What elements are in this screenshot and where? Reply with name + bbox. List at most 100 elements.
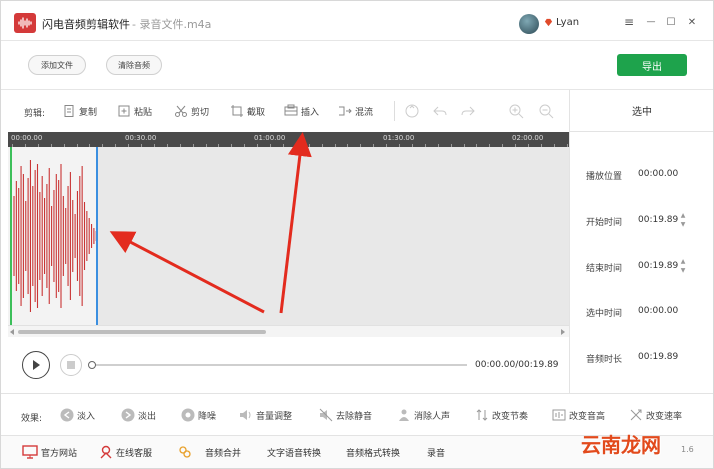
fade-in-button[interactable]: 淡入: [60, 408, 95, 422]
reset-icon: [405, 104, 419, 118]
maximize-button[interactable]: ☐: [663, 14, 679, 30]
app-window: 闪电音频剪辑软件 - 录音文件.m4a Lyan ≡ — ☐ ✕ 添加文件 清除…: [0, 0, 714, 469]
remove-vocals-button[interactable]: 消除人声: [397, 408, 450, 422]
timeline-tick: 00:30.00: [125, 134, 157, 142]
scroll-right-icon[interactable]: [561, 329, 566, 335]
play-button[interactable]: [22, 351, 50, 379]
start-time-stepper[interactable]: ▲ ▼: [678, 211, 688, 231]
change-tempo-label: 改变节奏: [492, 411, 529, 422]
noise-reduction-label: 降噪: [198, 411, 217, 422]
insert-icon: [284, 104, 298, 116]
avatar[interactable]: [519, 14, 539, 34]
scrollbar-thumb[interactable]: [18, 330, 266, 334]
toolbar-divider: [394, 101, 395, 121]
app-title: 闪电音频剪辑软件: [42, 18, 130, 31]
duration-label: 音频时长: [586, 355, 623, 365]
cut-label: 剪切: [191, 107, 210, 118]
playhead-cursor[interactable]: [96, 147, 98, 325]
add-file-button[interactable]: 添加文件: [28, 55, 86, 75]
change-tempo-button[interactable]: 改变节奏: [475, 408, 528, 422]
pitch-icon: [552, 409, 566, 421]
volume-adjust-button[interactable]: 音量调整: [239, 408, 292, 422]
insert-button[interactable]: 插入: [284, 103, 319, 119]
end-time-field[interactable]: 00:19.89: [638, 261, 678, 271]
monitor-icon: [22, 445, 38, 459]
zoom-in-icon: [509, 104, 524, 119]
mix-button[interactable]: 混流: [338, 103, 373, 119]
zoom-out-icon: [539, 104, 554, 119]
fade-in-icon: [60, 408, 74, 422]
username[interactable]: Lyan: [556, 17, 579, 28]
rate-icon: [630, 409, 642, 421]
mute-icon: [319, 408, 333, 422]
end-time-stepper[interactable]: ▲ ▼: [678, 257, 688, 277]
merge-icon-wrap[interactable]: [178, 445, 192, 459]
remove-vocals-label: 消除人声: [414, 411, 451, 422]
watermark: 云南龙网: [581, 433, 661, 457]
paste-label: 粘贴: [134, 107, 153, 118]
remove-silence-button[interactable]: 去除静音: [319, 408, 372, 422]
start-marker[interactable]: [10, 147, 12, 325]
play-position-value: 00:00.00: [638, 169, 679, 179]
menu-icon[interactable]: ≡: [621, 14, 637, 30]
horizontal-scrollbar[interactable]: [8, 325, 569, 337]
text-to-speech-link[interactable]: 文字语音转换: [267, 446, 321, 459]
zoom-in-button[interactable]: [508, 103, 524, 119]
clear-audio-button[interactable]: 清除音频: [106, 55, 162, 75]
play-icon: [33, 360, 40, 370]
cut-button[interactable]: 剪切: [174, 103, 209, 119]
format-convert-link[interactable]: 音频格式转换: [346, 446, 400, 459]
audio-merge-link[interactable]: 音频合并: [205, 446, 241, 459]
edit-toolbar: 剪辑: 复制 粘贴 剪切 截取 插入 混流: [1, 89, 569, 131]
timeline-ruler[interactable]: 00:00.00 00:30.00 01:00.00 01:30.00 02:0…: [8, 132, 569, 147]
change-pitch-button[interactable]: 改变音高: [552, 408, 605, 422]
redo-icon: [461, 106, 475, 116]
audio-waveform: [13, 160, 97, 312]
export-button[interactable]: 导出: [617, 54, 687, 76]
trim-label: 截取: [247, 107, 266, 118]
start-time-field[interactable]: 00:19.89: [638, 215, 678, 225]
scissors-icon: [175, 105, 187, 117]
selection-panel-header: 选中: [570, 90, 713, 132]
reset-button[interactable]: [404, 103, 420, 119]
paste-button[interactable]: 粘贴: [117, 103, 152, 119]
play-position-label: 播放位置: [586, 172, 623, 182]
timeline-tick: 00:00.00: [11, 134, 43, 142]
undo-icon: [433, 106, 447, 116]
website-label: 官方网站: [41, 448, 78, 459]
change-rate-button[interactable]: 改变速率: [629, 408, 682, 422]
record-link[interactable]: 录音: [427, 446, 445, 459]
version-label: 1.6: [681, 445, 694, 454]
minimize-button[interactable]: —: [643, 14, 659, 30]
support-person-icon: [100, 445, 112, 459]
volume-icon: [240, 410, 251, 420]
end-time-label: 结束时间: [586, 264, 623, 274]
fade-out-button[interactable]: 淡出: [121, 408, 156, 422]
fade-in-label: 淡入: [77, 411, 96, 422]
copy-label: 复制: [79, 107, 98, 118]
crop-icon: [231, 105, 243, 117]
edit-label: 剪辑:: [24, 109, 46, 119]
progress-knob[interactable]: [88, 361, 96, 369]
support-label: 在线客服: [116, 448, 153, 459]
volume-adjust-label: 音量调整: [256, 411, 293, 422]
merge-icon: [179, 446, 191, 458]
support-link[interactable]: 在线客服: [99, 445, 152, 459]
website-link[interactable]: 官方网站: [22, 445, 77, 459]
stop-button[interactable]: [60, 354, 82, 376]
close-button[interactable]: ✕: [684, 14, 700, 30]
trim-button[interactable]: 截取: [230, 103, 265, 119]
effects-label: 效果:: [21, 414, 43, 424]
fade-out-icon: [121, 408, 135, 422]
redo-button[interactable]: [460, 103, 476, 119]
noise-reduction-button[interactable]: 降噪: [181, 408, 216, 422]
copy-button[interactable]: 复制: [62, 103, 97, 119]
noise-reduction-icon: [181, 408, 195, 422]
zoom-out-button[interactable]: [538, 103, 554, 119]
insert-label: 插入: [301, 107, 320, 118]
scroll-left-icon[interactable]: [10, 329, 15, 335]
playback-progress-bar[interactable]: [91, 364, 467, 366]
stop-icon: [67, 361, 75, 369]
waveform-area[interactable]: [8, 147, 569, 325]
undo-button[interactable]: [432, 103, 448, 119]
